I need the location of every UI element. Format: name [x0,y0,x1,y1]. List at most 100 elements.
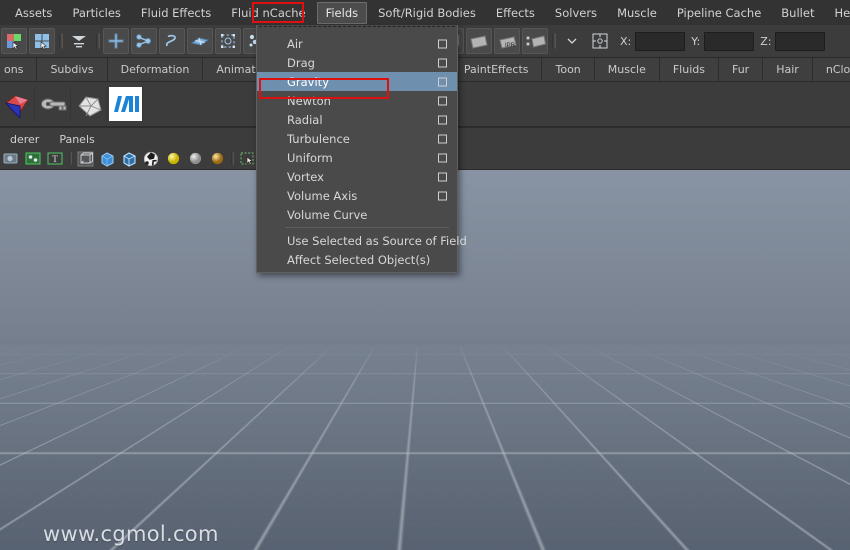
mask-menu-icon[interactable] [66,28,92,54]
light-yellow-icon[interactable] [163,149,183,168]
menu-effects[interactable]: Effects [487,2,544,24]
svg-text:IPR: IPR [505,43,516,49]
transform-mode-icon[interactable] [587,28,613,54]
shatter-icon[interactable] [73,87,107,121]
coord-field-y[interactable] [704,31,755,51]
shelf-tab-painteffects[interactable]: PaintEffects [450,58,543,81]
options-box-icon[interactable] [438,77,447,86]
maya-application-window: www.cgmol.com derer Panels T ons Subdivs… [0,0,850,550]
options-box-icon[interactable] [438,172,447,181]
menu-item-label: Drag [287,55,315,70]
select-by-object-type-icon[interactable] [29,28,55,54]
options-box-icon[interactable] [438,191,447,200]
menu-item-label: Volume Curve [287,207,368,222]
deformers-mask-icon[interactable] [215,28,241,54]
options-box-icon[interactable] [438,134,447,143]
menu-item-label: Newton [287,93,331,108]
menu-soft-rigid-bodies[interactable]: Soft/Rigid Bodies [369,2,485,24]
handles-mask-icon[interactable] [103,28,129,54]
menu-item-air[interactable]: Air [257,34,457,53]
shelf-tab-fur[interactable]: Fur [718,58,764,81]
toolbar-separator-1 [56,30,65,52]
menu-item-label: Radial [287,112,323,127]
render-sequence-icon[interactable] [466,28,492,54]
chevron-down-icon[interactable] [559,28,585,54]
shelf-tab-fluids[interactable]: Fluids [659,58,719,81]
menu-solvers[interactable]: Solvers [546,2,606,24]
panel-menu-panels[interactable]: Panels [49,133,104,146]
menu-pipeline-cache[interactable]: Pipeline Cache [668,2,770,24]
smooth-shade-selected-icon[interactable] [119,149,139,168]
joints-mask-icon[interactable] [131,28,157,54]
menu-item-turbulence[interactable]: Turbulence [257,129,457,148]
coord-label-z: Z: [760,34,772,48]
shelf-tab-ncloth[interactable]: nCloth [812,58,850,81]
menu-muscle[interactable]: Muscle [608,2,666,24]
menu-item-volume-curve[interactable]: Volume Curve [257,205,457,224]
menu-item-label: Affect Selected Object(s) [287,252,431,267]
shelf-tab-subdivs[interactable]: Subdivs [37,58,108,81]
fields-dropdown-menu[interactable]: Air Drag Gravity Newton Radial Turbulenc… [256,25,467,273]
menu-item-volume-axis[interactable]: Volume Axis [257,186,457,205]
shelf-tab-toon[interactable]: Toon [542,58,595,81]
main-menu-bar: Assets Particles Fluid Effects Fluid nCa… [0,0,850,25]
options-box-icon[interactable] [438,115,447,124]
menu-item-uniform[interactable]: Uniform [257,148,457,167]
render-settings-icon[interactable] [522,28,548,54]
light-amber-icon[interactable] [207,149,227,168]
menu-particles[interactable]: Particles [63,2,129,24]
menu-item-label: Use Selected as Source of Field [287,233,467,248]
coord-field-z[interactable] [775,31,826,51]
menu-fields[interactable]: Fields [316,1,368,24]
toolbar-separator-2 [93,30,102,52]
menu-item-label: Volume Axis [287,188,358,203]
menu-item-label: Air [287,36,303,51]
text-overlay-icon[interactable]: T [45,149,65,168]
xray-selection-icon[interactable] [237,149,257,168]
options-box-icon[interactable] [438,39,447,48]
menu-help[interactable]: Help [825,2,850,24]
soft-body-icon[interactable] [1,87,35,121]
shelf-tab-deformation[interactable]: Deformation [107,58,204,81]
menu-item-label: Gravity [287,74,330,89]
select-by-hierarchy-icon[interactable] [1,28,27,54]
wireframe-shading-icon[interactable] [75,149,95,168]
shelf-tab-hair[interactable]: Hair [763,58,813,81]
menu-fluid-effects[interactable]: Fluid Effects [132,2,220,24]
menu-item-affect-selected-objects[interactable]: Affect Selected Object(s) [257,250,457,269]
options-box-icon[interactable] [438,153,447,162]
texture-checker-icon[interactable] [141,149,161,168]
menu-tearoff-handle[interactable] [259,26,455,32]
panel-toolbar-separator-1 [66,151,74,167]
menu-item-label: Vortex [287,169,324,184]
panel-menu-renderer[interactable]: derer [0,133,49,146]
menu-fluid-ncache[interactable]: Fluid nCache [222,2,314,24]
menu-item-drag[interactable]: Drag [257,53,457,72]
menu-bullet[interactable]: Bullet [772,2,823,24]
menu-item-newton[interactable]: Newton [257,91,457,110]
smooth-shade-all-icon[interactable] [97,149,117,168]
watermark-text: www.cgmol.com [43,522,219,546]
menu-assets[interactable]: Assets [6,2,61,24]
shelf-tab-muscle[interactable]: Muscle [594,58,660,81]
menu-item-gravity[interactable]: Gravity [257,72,457,91]
create-emitter-icon[interactable] [109,87,143,121]
rigid-body-icon[interactable] [37,87,71,121]
menu-item-radial[interactable]: Radial [257,110,457,129]
curves-mask-icon[interactable] [159,28,185,54]
options-box-icon[interactable] [438,96,447,105]
select-camera-icon[interactable] [1,149,21,168]
menu-divider [285,227,449,228]
image-plane-icon[interactable] [23,149,43,168]
shelf-tab-partial[interactable]: ons [0,58,38,81]
menu-item-vortex[interactable]: Vortex [257,167,457,186]
svg-text:T: T [52,154,58,164]
ipr-render-icon[interactable]: IPR [494,28,520,54]
menu-item-label: Uniform [287,150,333,165]
coord-label-x: X: [620,34,632,48]
options-box-icon[interactable] [438,58,447,67]
menu-item-use-selected-as-source-of-field[interactable]: Use Selected as Source of Field [257,231,467,250]
coord-field-x[interactable] [635,31,686,51]
surfaces-mask-icon[interactable] [187,28,213,54]
light-grey-icon[interactable] [185,149,205,168]
